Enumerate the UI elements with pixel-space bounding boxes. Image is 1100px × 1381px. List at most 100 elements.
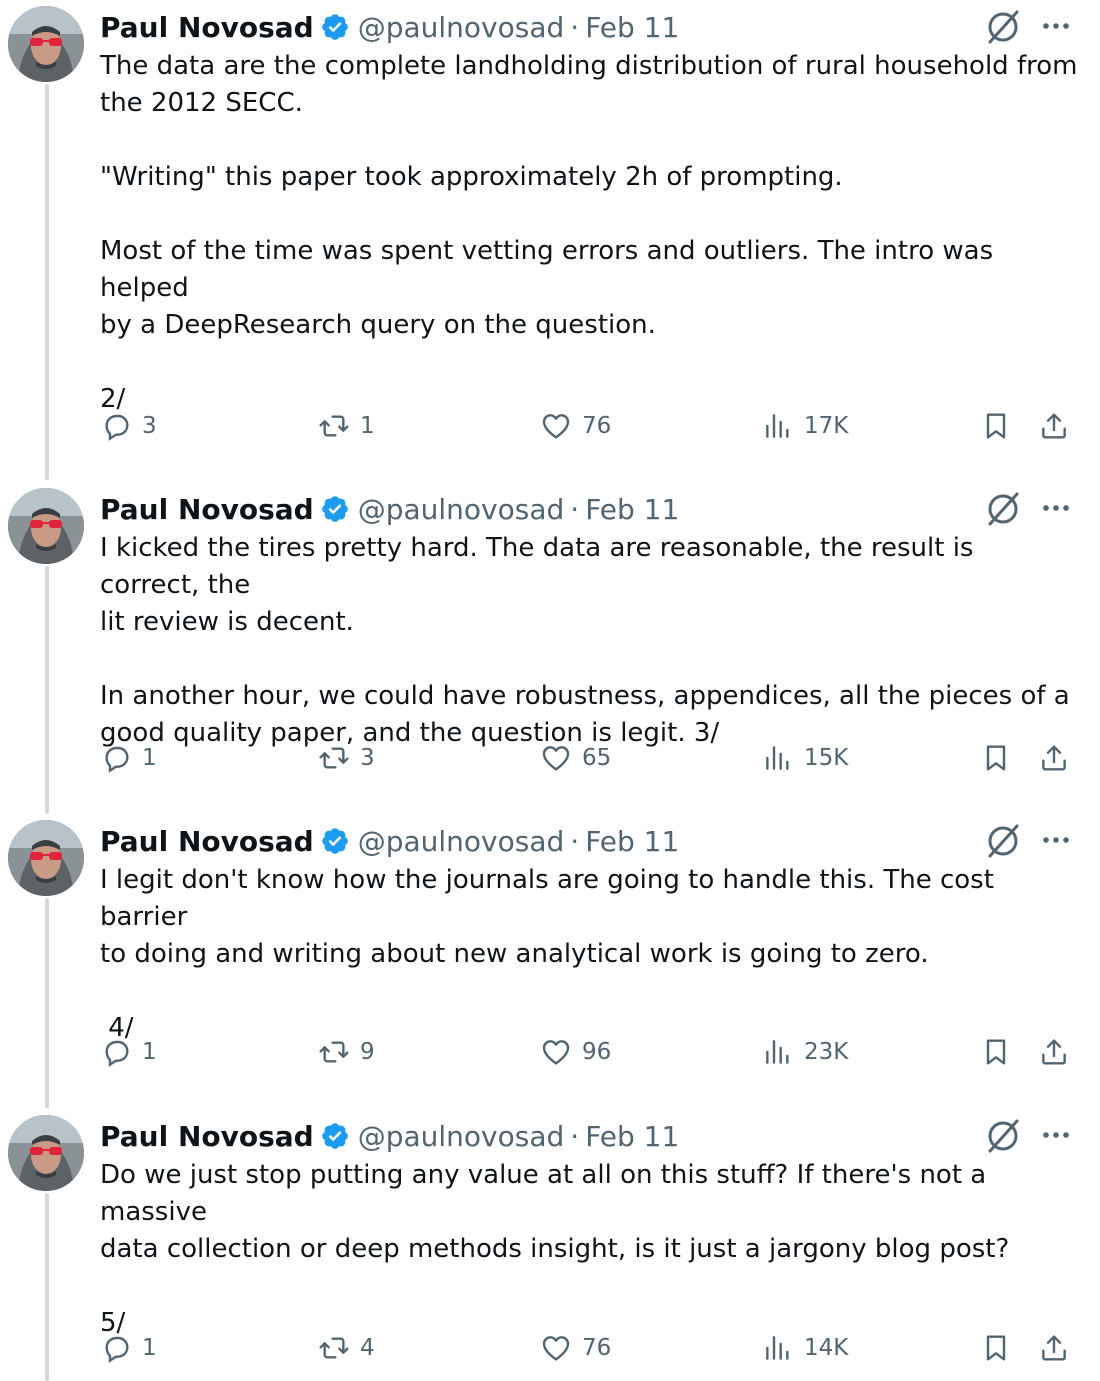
verified-badge-icon: [321, 1123, 348, 1149]
tweet-text: I kicked the tires pretty hard. The data…: [100, 533, 1070, 748]
grok-icon[interactable]: [984, 1117, 1022, 1155]
tweet-header: Paul Novosad @paulnovosad · Feb 11: [100, 486, 679, 532]
bookmark-button[interactable]: [980, 1328, 1012, 1368]
grok-icon[interactable]: [984, 490, 1022, 528]
avatar[interactable]: [8, 6, 84, 82]
tweet-date[interactable]: Feb 11: [585, 493, 679, 526]
tweet-text: The data are the complete landholding di…: [100, 51, 1078, 414]
bookmark-button[interactable]: [980, 1032, 1012, 1072]
avatar[interactable]: [8, 820, 84, 896]
share-icon: [1042, 413, 1066, 439]
retweet-button[interactable]: 1: [318, 406, 375, 446]
reply-icon: [105, 414, 129, 441]
bookmark-icon: [986, 745, 1006, 771]
views-button[interactable]: 14K: [762, 1328, 848, 1368]
tweet[interactable]: Paul Novosad @paulnovosad · Feb 11 I kic…: [0, 486, 1100, 806]
retweet-button[interactable]: 4: [318, 1328, 375, 1368]
tweet[interactable]: Paul Novosad @paulnovosad · Feb 11 The d…: [0, 4, 1100, 474]
reply-button[interactable]: 1: [100, 1032, 157, 1072]
view-count: 14K: [804, 1335, 849, 1361]
views-button[interactable]: 15K: [762, 738, 848, 778]
like-button[interactable]: 76: [540, 1328, 611, 1368]
author-handle[interactable]: @paulnovosad: [358, 493, 565, 526]
share-button[interactable]: [1038, 406, 1070, 446]
author-handle[interactable]: @paulnovosad: [358, 825, 565, 858]
tweet-date[interactable]: Feb 11: [585, 11, 679, 44]
share-button[interactable]: [1038, 738, 1070, 778]
share-button[interactable]: [1038, 1328, 1070, 1368]
avatar[interactable]: [8, 488, 84, 564]
retweet-icon: [319, 1041, 349, 1063]
retweet-icon: [319, 747, 349, 769]
retweet-icon: [319, 415, 349, 437]
like-button[interactable]: 96: [540, 1032, 611, 1072]
views-button[interactable]: 17K: [762, 406, 848, 446]
author-handle[interactable]: @paulnovosad: [358, 1120, 565, 1153]
view-count: 23K: [804, 1039, 849, 1065]
bookmark-icon: [986, 1335, 1006, 1361]
like-button[interactable]: 76: [540, 406, 611, 446]
views-icon: [766, 1040, 789, 1064]
separator-dot: ·: [570, 10, 580, 44]
more-icon[interactable]: [1038, 1115, 1074, 1155]
grok-icon[interactable]: [984, 8, 1022, 46]
action-bar: 1 4 76 14K: [0, 1328, 1100, 1368]
separator-dot: ·: [570, 824, 580, 858]
verified-badge-icon: [321, 828, 348, 854]
retweet-button[interactable]: 3: [318, 738, 375, 778]
avatar[interactable]: [8, 1115, 84, 1191]
tweet-header: Paul Novosad @paulnovosad · Feb 11: [100, 4, 679, 50]
action-bar: 1 9 96 23K: [0, 1032, 1100, 1072]
tweet-date[interactable]: Feb 11: [585, 1120, 679, 1153]
like-count: 96: [582, 1039, 612, 1065]
heart-icon: [542, 414, 570, 439]
reply-count: 1: [142, 1039, 157, 1065]
retweet-count: 4: [360, 1335, 375, 1361]
verified-badge-icon: [321, 496, 348, 522]
tweet-text: Do we just stop putting any value at all…: [100, 1160, 1010, 1338]
grok-icon[interactable]: [984, 822, 1022, 860]
reply-icon: [105, 1040, 129, 1067]
reply-count: 1: [142, 745, 157, 771]
share-icon: [1042, 1039, 1066, 1065]
like-count: 65: [582, 745, 612, 771]
action-bar: 1 3 65 15K: [0, 738, 1100, 778]
bookmark-button[interactable]: [980, 406, 1012, 446]
author-handle[interactable]: @paulnovosad: [358, 11, 565, 44]
retweet-count: 9: [360, 1039, 375, 1065]
view-count: 17K: [804, 413, 849, 439]
reply-button[interactable]: 3: [100, 406, 157, 446]
views-icon: [766, 414, 789, 438]
share-button[interactable]: [1038, 1032, 1070, 1072]
author-name[interactable]: Paul Novosad: [100, 11, 314, 44]
separator-dot: ·: [570, 492, 580, 526]
tweet[interactable]: Paul Novosad @paulnovosad · Feb 11 Do we…: [0, 1113, 1100, 1381]
retweet-button[interactable]: 9: [318, 1032, 375, 1072]
tweet-date[interactable]: Feb 11: [585, 825, 679, 858]
share-icon: [1042, 1335, 1066, 1361]
like-count: 76: [582, 413, 612, 439]
reply-button[interactable]: 1: [100, 1328, 157, 1368]
bookmark-icon: [986, 413, 1006, 439]
views-button[interactable]: 23K: [762, 1032, 848, 1072]
reply-button[interactable]: 1: [100, 738, 157, 778]
tweet[interactable]: Paul Novosad @paulnovosad · Feb 11 I leg…: [0, 818, 1100, 1102]
view-count: 15K: [804, 745, 849, 771]
author-name[interactable]: Paul Novosad: [100, 825, 314, 858]
like-button[interactable]: 65: [540, 738, 611, 778]
separator-dot: ·: [570, 1119, 580, 1153]
bookmark-button[interactable]: [980, 738, 1012, 778]
views-icon: [766, 1336, 789, 1360]
author-name[interactable]: Paul Novosad: [100, 493, 314, 526]
tweet-text: I legit don't know how the journals are …: [100, 865, 994, 1043]
like-count: 76: [582, 1335, 612, 1361]
retweet-icon: [319, 1337, 349, 1359]
author-name[interactable]: Paul Novosad: [100, 1120, 314, 1153]
tweet-header: Paul Novosad @paulnovosad · Feb 11: [100, 818, 679, 864]
more-icon[interactable]: [1038, 820, 1074, 860]
more-icon[interactable]: [1038, 488, 1074, 528]
views-icon: [766, 746, 789, 770]
heart-icon: [542, 1336, 570, 1361]
more-icon[interactable]: [1038, 6, 1074, 46]
reply-icon: [105, 1336, 129, 1363]
